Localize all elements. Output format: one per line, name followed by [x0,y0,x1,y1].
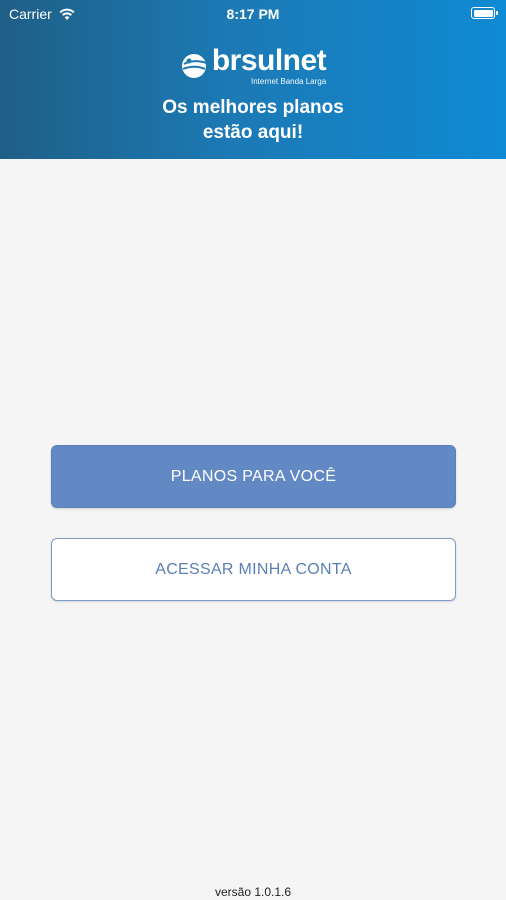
headline: Os melhores planos estão aqui! [0,95,506,145]
status-bar: Carrier 8:17 PM [0,0,506,26]
access-account-button[interactable]: ACESSAR MINHA CONTA [51,538,456,601]
globe-logo-icon [181,54,207,78]
clock: 8:17 PM [226,6,280,22]
battery-icon [471,7,498,19]
plans-for-you-label: PLANOS PARA VOCÊ [170,467,337,485]
access-account-label: ACESSAR MINHA CONTA [155,560,352,578]
plans-for-you-button[interactable]: PLANOS PARA VOCÊ [51,445,456,508]
version-label: versão 1.0.1.6 [214,885,292,899]
brand-name: brsulnet [211,44,327,77]
brand-tagline: Internet Banda Larga [251,77,327,86]
headline-line-1: Os melhores planos [162,97,344,118]
app-header: Carrier 8:17 PM brsulnet Internet Banda … [0,0,506,159]
headline-line-2: estão aqui! [202,122,304,143]
brand-logo: brsulnet Internet Banda Larga [0,46,506,86]
